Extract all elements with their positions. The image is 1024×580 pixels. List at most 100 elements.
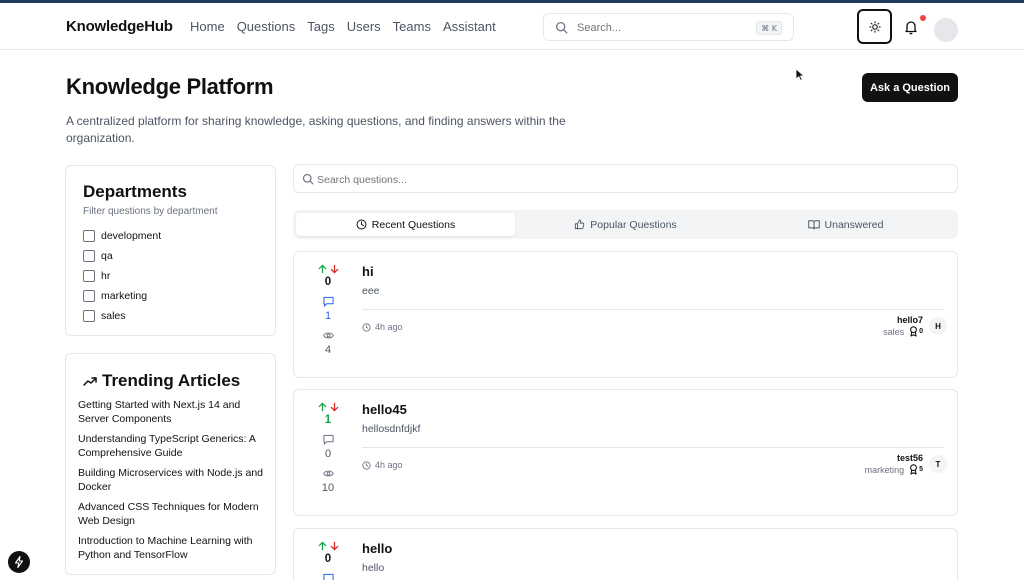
thumbs-up-icon: [575, 219, 585, 230]
mouse-cursor-icon: [795, 68, 806, 82]
department-item-hr[interactable]: hr: [83, 266, 161, 286]
checkbox-sales[interactable]: [83, 310, 95, 322]
page-title: Knowledge Platform: [66, 74, 274, 99]
question-card[interactable]: 1 0 10 hello45 hellosdnfdjkf 4h ago test…: [293, 389, 958, 516]
checkbox-development[interactable]: [83, 230, 95, 242]
author-avatar[interactable]: T: [929, 455, 947, 473]
departments-subtitle: Filter questions by department: [83, 206, 218, 217]
nav-assistant[interactable]: Assistant: [443, 19, 496, 34]
departments-list: development qa hr marketing sales: [83, 226, 161, 326]
question-excerpt: hello: [362, 562, 385, 574]
eye-icon: [322, 470, 334, 477]
department-item-qa[interactable]: qa: [83, 246, 161, 266]
view-count: 4: [324, 344, 332, 356]
answer-count: 1: [324, 310, 332, 322]
author-name[interactable]: hello7: [883, 315, 923, 325]
trending-article-link[interactable]: Introduction to Machine Learning with Py…: [78, 534, 268, 562]
upvote-arrow-icon[interactable]: [318, 541, 327, 551]
question-card[interactable]: 0 1 4 hi eee 4h ago hello7 sales 0 H: [293, 251, 958, 378]
sun-icon: [868, 20, 881, 33]
ask-question-button[interactable]: Ask a Question: [862, 73, 958, 102]
comment-icon: [322, 296, 334, 307]
nav-users[interactable]: Users: [347, 19, 381, 34]
author-reputation: 0: [919, 328, 923, 335]
downvote-arrow-icon[interactable]: [330, 541, 339, 551]
global-search-input[interactable]: [577, 20, 747, 36]
global-search[interactable]: ⌘ K: [543, 13, 794, 41]
clock-icon: [362, 460, 371, 470]
award-icon: [910, 464, 918, 475]
trending-article-link[interactable]: Advanced CSS Techniques for Modern Web D…: [78, 500, 268, 528]
trending-up-icon: [83, 377, 97, 386]
downvote-arrow-icon[interactable]: [330, 264, 339, 274]
notification-dot: [920, 15, 926, 21]
top-navbar: KnowledgeHub Home Questions Tags Users T…: [0, 3, 1024, 50]
trending-article-link[interactable]: Understanding TypeScript Generics: A Com…: [78, 432, 268, 460]
bell-icon[interactable]: [903, 19, 919, 35]
checkbox-qa[interactable]: [83, 250, 95, 262]
upvote-arrow-icon[interactable]: [318, 402, 327, 412]
checkbox-hr[interactable]: [83, 270, 95, 282]
view-count: 10: [321, 482, 335, 494]
page-description: A centralized platform for sharing knowl…: [66, 114, 566, 145]
tab-popular-questions[interactable]: Popular Questions: [516, 213, 735, 236]
search-icon: [555, 21, 568, 34]
trending-article-link[interactable]: Building Microservices with Node.js and …: [78, 466, 268, 494]
tab-recent-questions[interactable]: Recent Questions: [296, 213, 515, 236]
clock-icon: [362, 322, 371, 332]
lightning-bolt-icon: [14, 556, 24, 568]
question-divider: [362, 309, 944, 310]
vote-score: 1: [324, 414, 332, 426]
nav-questions[interactable]: Questions: [237, 19, 296, 34]
question-author[interactable]: hello7 sales 0 H: [883, 315, 947, 337]
department-item-sales[interactable]: sales: [83, 306, 161, 326]
devtools-bolt-button[interactable]: [8, 551, 30, 573]
comment-icon: [322, 434, 334, 445]
author-name[interactable]: test56: [865, 453, 923, 463]
questions-search-input[interactable]: [317, 172, 817, 187]
main-nav: Home Questions Tags Users Teams Assistan…: [190, 19, 508, 34]
vote-score: 0: [324, 553, 332, 565]
theme-toggle-button[interactable]: [857, 9, 892, 44]
vote-score: 0: [324, 276, 332, 288]
user-avatar[interactable]: [934, 18, 958, 42]
question-stats: 0 1 4: [312, 264, 344, 356]
author-avatar[interactable]: H: [929, 317, 947, 335]
trending-article-link[interactable]: Getting Started with Next.js 14 and Serv…: [78, 398, 268, 426]
nav-home[interactable]: Home: [190, 19, 225, 34]
eye-icon: [322, 332, 334, 339]
question-divider: [362, 447, 944, 448]
clock-icon: [356, 219, 367, 230]
author-reputation: 5: [919, 466, 923, 473]
question-stats: 0: [312, 541, 344, 580]
question-author[interactable]: test56 marketing 5 T: [865, 453, 947, 475]
question-timestamp: 4h ago: [362, 322, 403, 332]
question-excerpt: eee: [362, 285, 380, 297]
tab-unanswered[interactable]: Unanswered: [736, 213, 955, 236]
nav-tags[interactable]: Tags: [307, 19, 334, 34]
department-item-marketing[interactable]: marketing: [83, 286, 161, 306]
search-icon: [302, 173, 314, 185]
departments-card: Departments Filter questions by departme…: [65, 165, 276, 336]
downvote-arrow-icon[interactable]: [330, 402, 339, 412]
departments-title: Departments: [83, 182, 187, 201]
department-item-development[interactable]: development: [83, 226, 161, 246]
question-card[interactable]: 0 hello hello: [293, 528, 958, 580]
nav-teams[interactable]: Teams: [393, 19, 431, 34]
checkbox-marketing[interactable]: [83, 290, 95, 302]
question-title[interactable]: hello: [362, 541, 392, 556]
comment-icon: [322, 573, 334, 580]
answer-count: 0: [324, 448, 332, 460]
question-title[interactable]: hello45: [362, 402, 407, 417]
question-excerpt: hellosdnfdjkf: [362, 423, 421, 435]
author-department: sales: [883, 326, 905, 337]
book-open-icon: [807, 220, 820, 230]
award-icon: [910, 326, 918, 337]
upvote-arrow-icon[interactable]: [318, 264, 327, 274]
question-timestamp: 4h ago: [362, 460, 403, 470]
trending-articles-card: Trending Articles Getting Started with N…: [65, 353, 276, 575]
question-title[interactable]: hi: [362, 264, 374, 279]
trending-title: Trending Articles: [83, 371, 240, 391]
questions-search[interactable]: [293, 164, 958, 193]
brand-logo[interactable]: KnowledgeHub: [66, 18, 173, 35]
